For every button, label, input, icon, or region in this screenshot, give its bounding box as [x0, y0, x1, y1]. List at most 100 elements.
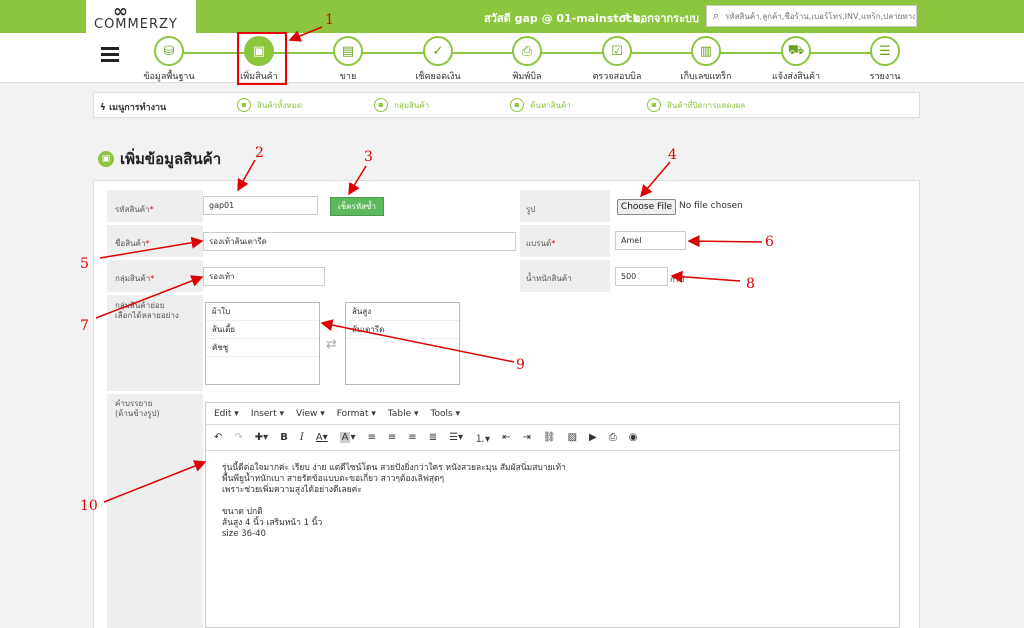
receipt-check-icon: ☑ [602, 36, 632, 66]
nav-item-check-bill[interactable]: ☑ ตรวจสอบบิล [582, 36, 652, 83]
link-icon[interactable]: ⛓ [543, 432, 556, 443]
insert-plus-icon[interactable]: ✚▾ [255, 432, 268, 443]
work-menu-all-products[interactable]: ▪ สินค้าทั้งหมด [237, 98, 302, 112]
work-menu-product-groups[interactable]: ▪ กลุ่มสินค้า [374, 98, 429, 112]
page-title-text: เพิ่มข้อมูลสินค้า [120, 150, 222, 168]
box-icon: ▪ [237, 98, 251, 112]
cash-register-icon: ▤ [333, 36, 363, 66]
menu-edit[interactable]: Edit ▾ [214, 409, 239, 419]
check-duplicate-code-button[interactable]: เช็ครหัสซ้ำ [330, 197, 384, 216]
main-nav: ⛁ ข้อมูลพื้นฐาน ▣ เพิ่มสินค้า ▤ ขาย ✓ เช… [0, 33, 1024, 83]
choose-file-button[interactable]: Choose File [617, 199, 676, 215]
nav-item-print-bill[interactable]: ⎙ พิมพ์บิล [492, 36, 562, 83]
work-menu-search-products[interactable]: ▪ ค้นหาสินค้า [510, 98, 571, 112]
work-menu: ϟ เมนูการทำงาน ▪ สินค้าทั้งหมด ▪ กลุ่มสินค… [93, 92, 920, 118]
rich-text-editor: Edit ▾ Insert ▾ View ▾ Format ▾ Table ▾ … [205, 402, 900, 628]
menu-insert[interactable]: Insert ▾ [251, 409, 284, 419]
image-icon[interactable]: ▨ [568, 432, 577, 443]
nav-item-check-balance[interactable]: ✓ เช็คยอดเงิน [403, 36, 473, 83]
nav-item-sell[interactable]: ▤ ขาย [313, 36, 383, 83]
bullet-list-icon[interactable]: ☰▾ [449, 432, 463, 443]
menu-tools[interactable]: Tools ▾ [431, 409, 461, 419]
work-menu-hidden-products[interactable]: ▪ สินค้าที่ปิดการแสดงผล [647, 98, 745, 112]
label-text: ชื่อสินค้า [115, 239, 146, 248]
box-icon: ▪ [374, 98, 388, 112]
content-line: ส้นสูง 4 นิ้ว เสริมหน้า 1 นิ้ว [222, 518, 323, 528]
content-line: เพราะช่วยเพิ่มความสูงได้อย่างดีเลยค่ะ [222, 485, 362, 495]
weight-input[interactable]: 500 [615, 267, 668, 286]
work-menu-label: กลุ่มสินค้า [394, 100, 430, 110]
annotation-number-4: 4 [668, 147, 677, 163]
nav-label: เก็บเลขแทร็ก [680, 72, 732, 82]
align-right-icon[interactable]: ≡ [408, 432, 416, 443]
align-center-icon[interactable]: ≡ [388, 432, 396, 443]
list-item[interactable]: ส้นเตารีด [346, 321, 459, 339]
annotation-number-9: 9 [516, 357, 525, 373]
nav-item-basic-data[interactable]: ⛁ ข้อมูลพื้นฐาน [134, 36, 204, 83]
editor-menubar: Edit ▾ Insert ▾ View ▾ Format ▾ Table ▾ … [206, 403, 899, 425]
annotation-number-10: 10 [80, 498, 98, 514]
text-color-icon[interactable]: A▾ [316, 432, 328, 443]
menu-format[interactable]: Format ▾ [337, 409, 376, 419]
search-input[interactable] [725, 11, 915, 21]
search-box: ⌕ [706, 5, 917, 27]
no-file-text: No file chosen [679, 201, 743, 211]
numbered-list-icon[interactable]: ⒈▾ [475, 430, 490, 445]
list-item[interactable]: ส้นสูง [346, 303, 459, 321]
sign-out-icon[interactable]: ➜ [621, 9, 630, 22]
background-color-icon[interactable]: A ▾ [339, 432, 356, 443]
redo-icon[interactable]: ↷ [234, 432, 242, 443]
annotation-number-3: 3 [364, 149, 373, 165]
media-icon[interactable]: ▶ [589, 432, 597, 443]
menu-view[interactable]: View ▾ [296, 409, 325, 419]
nav-label: แจ้งส่งสินค้า [771, 72, 821, 82]
search-icon[interactable]: ⌕ [707, 9, 725, 23]
available-subgroups-list[interactable]: ผ้าใบ ส้นเตี้ย คัชชู [205, 302, 320, 385]
brand-input[interactable]: Amel [615, 231, 686, 250]
description-label: คำบรรยาย (ด้านข้างรูป) [107, 394, 203, 628]
list-item[interactable]: คัชชู [206, 339, 319, 357]
logout-link[interactable]: ออกจากระบบ [634, 9, 699, 27]
hamburger-menu-icon[interactable] [101, 47, 119, 63]
nav-label: รายงาน [869, 72, 901, 82]
label-hint: (ด้านข้างรูป) [115, 409, 160, 418]
product-name-input[interactable]: รองเท้าส้นเตารีด [203, 232, 516, 251]
work-menu-title-text: เมนูการทำงาน [109, 103, 167, 113]
nav-label: พิมพ์บิล [512, 72, 542, 82]
nav-item-report[interactable]: ☰ รายงาน [850, 36, 920, 83]
nav-item-tracking[interactable]: ▥ เก็บเลขแทร็ก [671, 36, 741, 83]
selected-subgroups-list[interactable]: ส้นสูง ส้นเตารีด [345, 302, 460, 385]
content-line: พื้นพียูน้ำหนักเบา สายรัดข้อแบบตะขอเกี่ย… [222, 474, 445, 484]
list-item[interactable]: ส้นเตี้ย [206, 321, 319, 339]
page-title: ▣ เพิ่มข้อมูลสินค้า [98, 147, 221, 171]
align-justify-icon[interactable]: ≣ [429, 432, 437, 443]
indent-icon[interactable]: ⇥ [522, 432, 530, 443]
outdent-icon[interactable]: ⇤ [502, 432, 510, 443]
editor-content[interactable]: รุ่นนี้ดีต่อใจมากค่ะ เรียบ ง่าย แต่ดีไซน… [206, 451, 899, 552]
work-menu-label: สินค้าทั้งหมด [257, 100, 303, 110]
report-icon: ☰ [870, 36, 900, 66]
print-icon[interactable]: ⎙ [609, 432, 617, 443]
annotation-number-1: 1 [325, 12, 334, 28]
logo-text: COMMERZY [94, 17, 178, 32]
content-line: size 36-40 [222, 529, 266, 539]
nav-item-notify-shipping[interactable]: ⛟ แจ้งส่งสินค้า [761, 36, 831, 83]
transfer-arrows-icon[interactable]: ⇄ [326, 337, 337, 352]
label-text: รหัสสินค้า [115, 205, 150, 214]
logo[interactable]: ∞ COMMERZY [86, 0, 196, 33]
work-menu-label: ค้นหาสินค้า [530, 100, 571, 110]
bold-icon[interactable]: B [280, 432, 288, 443]
italic-icon[interactable]: I [300, 432, 304, 443]
label-hint: เลือกได้หลายอย่าง [115, 311, 179, 320]
product-code-input[interactable]: gap01 [203, 196, 318, 215]
undo-icon[interactable]: ↶ [214, 432, 222, 443]
list-item[interactable]: ผ้าใบ [206, 303, 319, 321]
product-group-input[interactable]: รองเท้า [203, 267, 325, 286]
align-left-icon[interactable]: ≡ [368, 432, 376, 443]
brand-label: แบรนด์* [520, 225, 610, 257]
product-name-label: ชื่อสินค้า* [107, 225, 203, 257]
editor-toolbar: ↶ ↷ ✚▾ B I A▾ A ▾ ≡ ≡ ≡ ≣ ☰▾ ⒈▾ ⇤ ⇥ ⛓ ▨ ▶… [206, 425, 899, 451]
menu-table[interactable]: Table ▾ [388, 409, 419, 419]
preview-icon[interactable]: ◉ [629, 432, 638, 443]
weight-unit: กรัม [670, 275, 685, 284]
